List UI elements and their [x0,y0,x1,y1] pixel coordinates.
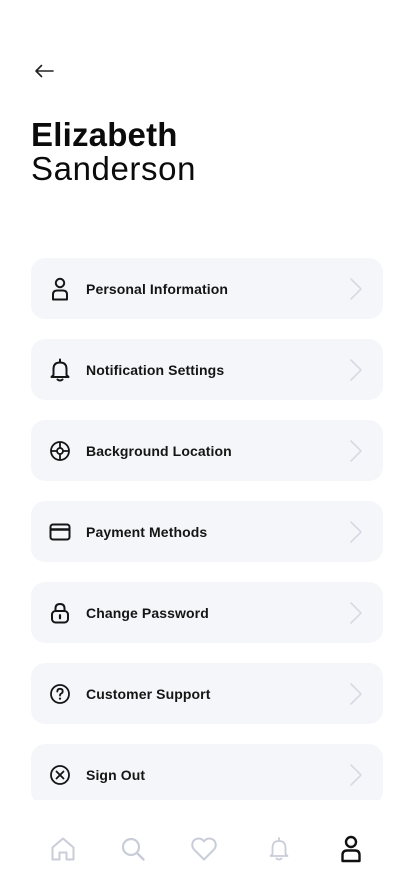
chevron-right-icon [350,359,362,381]
tab-notifications[interactable] [264,834,294,864]
menu-item-payment-methods[interactable]: Payment Methods [31,501,383,562]
menu-item-change-password[interactable]: Change Password [31,582,383,643]
chevron-right-icon [350,278,362,300]
profile-name: Elizabeth Sanderson [31,116,197,187]
heart-icon [191,837,217,861]
bell-icon [269,837,289,861]
last-name: Sanderson [31,150,197,187]
tab-search[interactable] [118,834,148,864]
help-circle-icon [49,683,71,705]
settings-menu: Personal Information Notification Settin… [31,258,383,800]
close-circle-icon [49,764,71,786]
chevron-right-icon [350,683,362,705]
chevron-right-icon [350,602,362,624]
bell-icon [49,358,71,381]
menu-item-label: Payment Methods [86,523,208,540]
tab-home[interactable] [48,834,78,864]
chevron-right-icon [350,440,362,462]
credit-card-icon [49,521,71,543]
menu-item-label: Background Location [86,442,232,459]
chevron-right-icon [350,764,362,786]
menu-item-personal-information[interactable]: Personal Information [31,258,383,319]
user-icon [341,835,361,863]
menu-item-label: Notification Settings [86,361,225,378]
profile-screen: Elizabeth Sanderson Personal Information [0,0,414,896]
user-icon [49,277,71,300]
menu-item-customer-support[interactable]: Customer Support [31,663,383,724]
menu-item-background-location[interactable]: Background Location [31,420,383,481]
menu-item-notification-settings[interactable]: Notification Settings [31,339,383,400]
tab-favorites[interactable] [189,834,219,864]
lock-icon [49,602,71,624]
menu-item-label: Change Password [86,604,209,621]
arrow-left-icon [35,64,54,78]
location-target-icon [49,440,71,462]
home-icon [51,837,75,861]
chevron-right-icon [350,521,362,543]
menu-item-label: Customer Support [86,685,211,702]
menu-item-sign-out[interactable]: Sign Out [31,744,383,800]
menu-item-label: Personal Information [86,280,229,297]
menu-item-label: Sign Out [86,766,146,783]
back-button[interactable] [30,58,58,84]
first-name: Elizabeth [31,116,178,153]
tab-profile[interactable] [336,834,366,864]
bottom-tab-bar [0,800,414,896]
search-icon [121,837,145,861]
